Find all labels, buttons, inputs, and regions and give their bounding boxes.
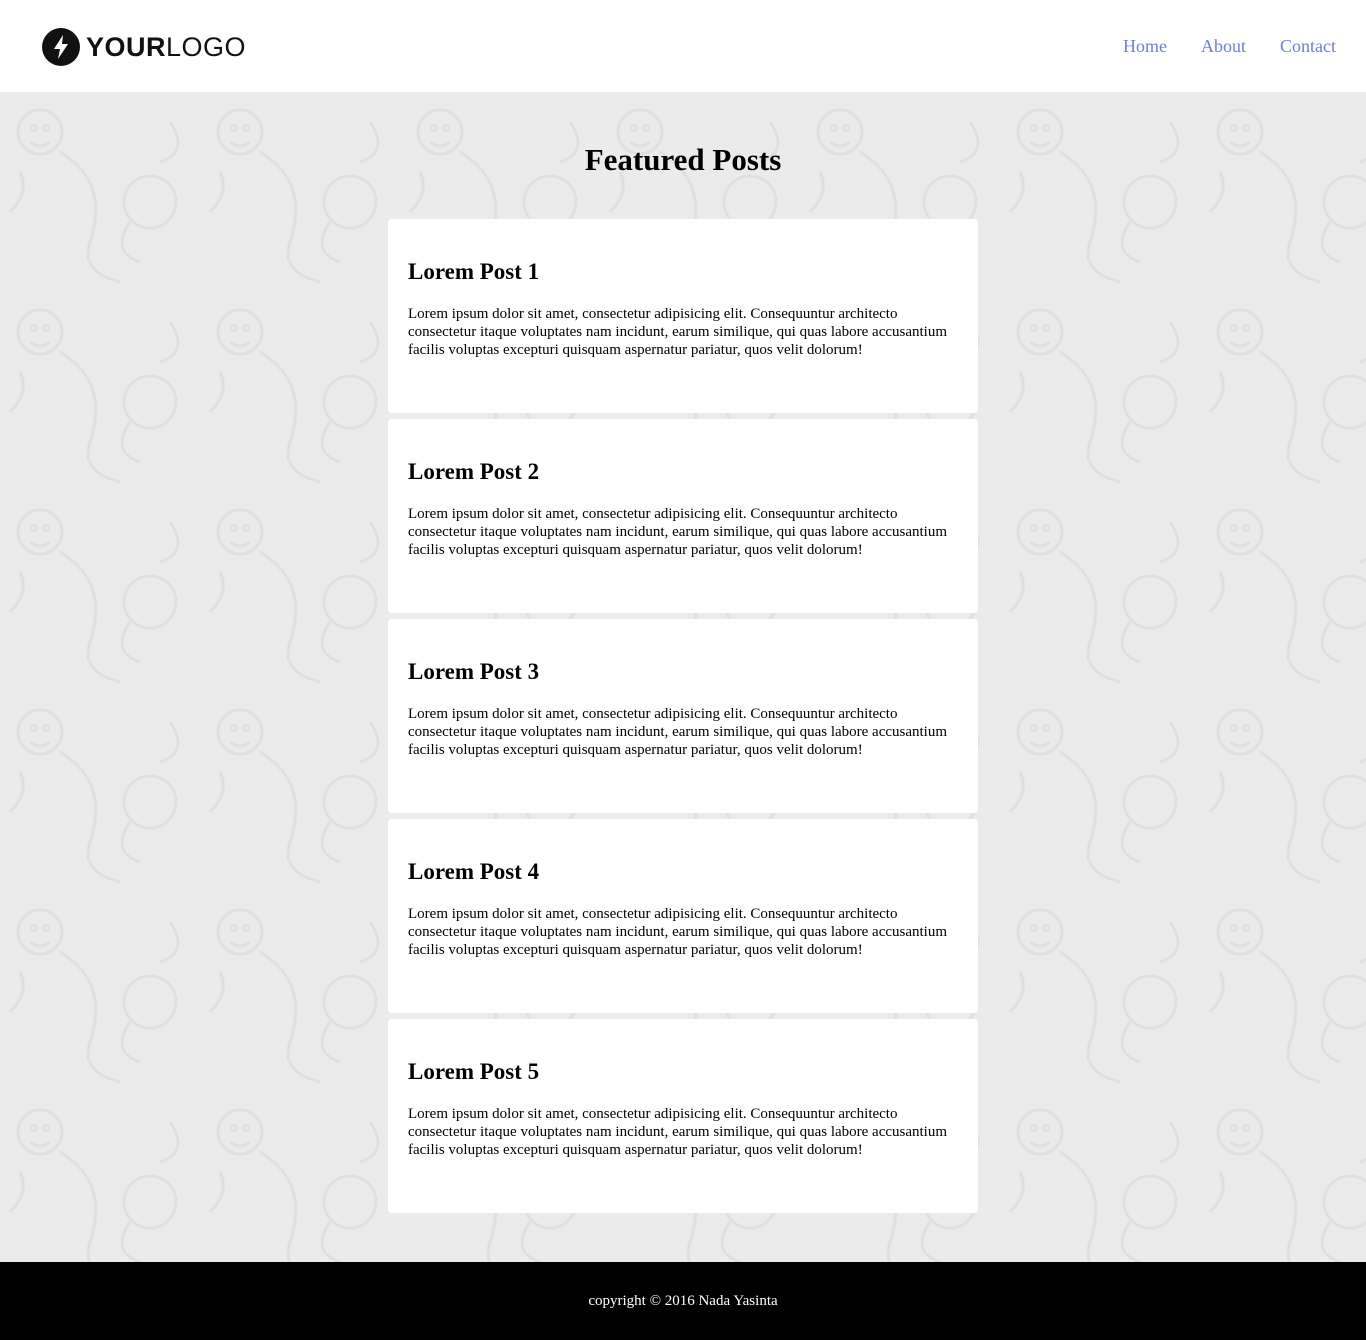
post-card[interactable]: Lorem Post 3 Lorem ipsum dolor sit amet,… [388, 619, 978, 813]
site-logo[interactable]: YOURLOGO [42, 28, 246, 66]
main-content: Featured Posts Lorem Post 1 Lorem ipsum … [0, 92, 1366, 1262]
post-body: Lorem ipsum dolor sit amet, consectetur … [408, 706, 948, 758]
copyright-text: copyright © 2016 Nada Yasinta [588, 1293, 778, 1309]
post-title[interactable]: Lorem Post 3 [408, 657, 958, 687]
post-card[interactable]: Lorem Post 5 Lorem ipsum dolor sit amet,… [388, 1019, 978, 1213]
logo-text: YOURLOGO [86, 28, 246, 66]
main-nav: Home About Contact [1123, 36, 1336, 57]
post-body: Lorem ipsum dolor sit amet, consectetur … [408, 506, 948, 558]
post-body: Lorem ipsum dolor sit amet, consectetur … [408, 306, 948, 358]
post-title[interactable]: Lorem Post 2 [408, 457, 958, 487]
site-header: YOURLOGO Home About Contact [0, 0, 1366, 92]
lightning-bolt-icon [42, 28, 80, 66]
post-list: Lorem Post 1 Lorem ipsum dolor sit amet,… [388, 219, 978, 1219]
post-card[interactable]: Lorem Post 2 Lorem ipsum dolor sit amet,… [388, 419, 978, 613]
post-body: Lorem ipsum dolor sit amet, consectetur … [408, 906, 948, 958]
post-title[interactable]: Lorem Post 1 [408, 257, 958, 287]
post-card[interactable]: Lorem Post 1 Lorem ipsum dolor sit amet,… [388, 219, 978, 413]
page-title: Featured Posts [584, 142, 782, 177]
post-title[interactable]: Lorem Post 4 [408, 857, 958, 887]
nav-link-home[interactable]: Home [1123, 36, 1167, 57]
post-body: Lorem ipsum dolor sit amet, consectetur … [408, 1106, 948, 1158]
post-card[interactable]: Lorem Post 4 Lorem ipsum dolor sit amet,… [388, 819, 978, 1013]
logo-text-bold: YOUR [86, 32, 167, 62]
site-footer: copyright © 2016 Nada Yasinta [0, 1262, 1366, 1340]
nav-link-contact[interactable]: Contact [1280, 36, 1336, 57]
nav-link-about[interactable]: About [1201, 36, 1246, 57]
post-title[interactable]: Lorem Post 5 [408, 1057, 958, 1087]
logo-text-light: LOGO [166, 32, 247, 62]
